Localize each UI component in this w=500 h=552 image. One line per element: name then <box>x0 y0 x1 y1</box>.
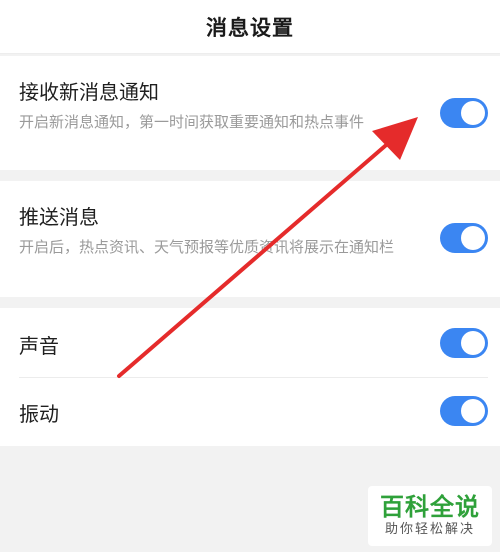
header-bar: 消息设置 <box>0 0 500 54</box>
watermark-main: 百科全说 <box>380 493 480 521</box>
new-message-description: 开启新消息通知，第一时间获取重要通知和热点事件 <box>19 113 365 131</box>
section-sound-vibrate: 声音 振动 <box>0 308 500 446</box>
vibrate-title: 振动 <box>19 402 59 426</box>
new-message-title: 接收新消息通知 <box>19 80 159 104</box>
toggle-knob <box>461 331 485 355</box>
watermark-sub: 助你轻松解决 <box>384 522 475 537</box>
push-description: 开启后，热点资讯、天气预报等优质资讯将展示在通知栏 <box>19 238 395 256</box>
page-title: 消息设置 <box>206 15 294 40</box>
watermark-logo: 百科全说 助你轻松解决 <box>368 486 492 546</box>
toggle-knob <box>461 399 485 423</box>
toggle-knob <box>461 226 485 250</box>
sound-title: 声音 <box>19 334 59 358</box>
vibrate-toggle[interactable] <box>440 396 488 426</box>
vibrate-row: 振动 <box>0 378 500 446</box>
sound-row: 声音 <box>0 308 500 377</box>
toggle-knob <box>461 101 485 125</box>
section-push: 推送消息 开启后，热点资讯、天气预报等优质资讯将展示在通知栏 <box>0 181 500 297</box>
push-title: 推送消息 <box>19 205 99 229</box>
push-toggle[interactable] <box>440 223 488 253</box>
sound-toggle[interactable] <box>440 328 488 358</box>
section-new-message: 接收新消息通知 开启新消息通知，第一时间获取重要通知和热点事件 <box>0 56 500 170</box>
settings-page: 消息设置 接收新消息通知 开启新消息通知，第一时间获取重要通知和热点事件 推送消… <box>0 0 500 552</box>
new-message-toggle[interactable] <box>440 98 488 128</box>
